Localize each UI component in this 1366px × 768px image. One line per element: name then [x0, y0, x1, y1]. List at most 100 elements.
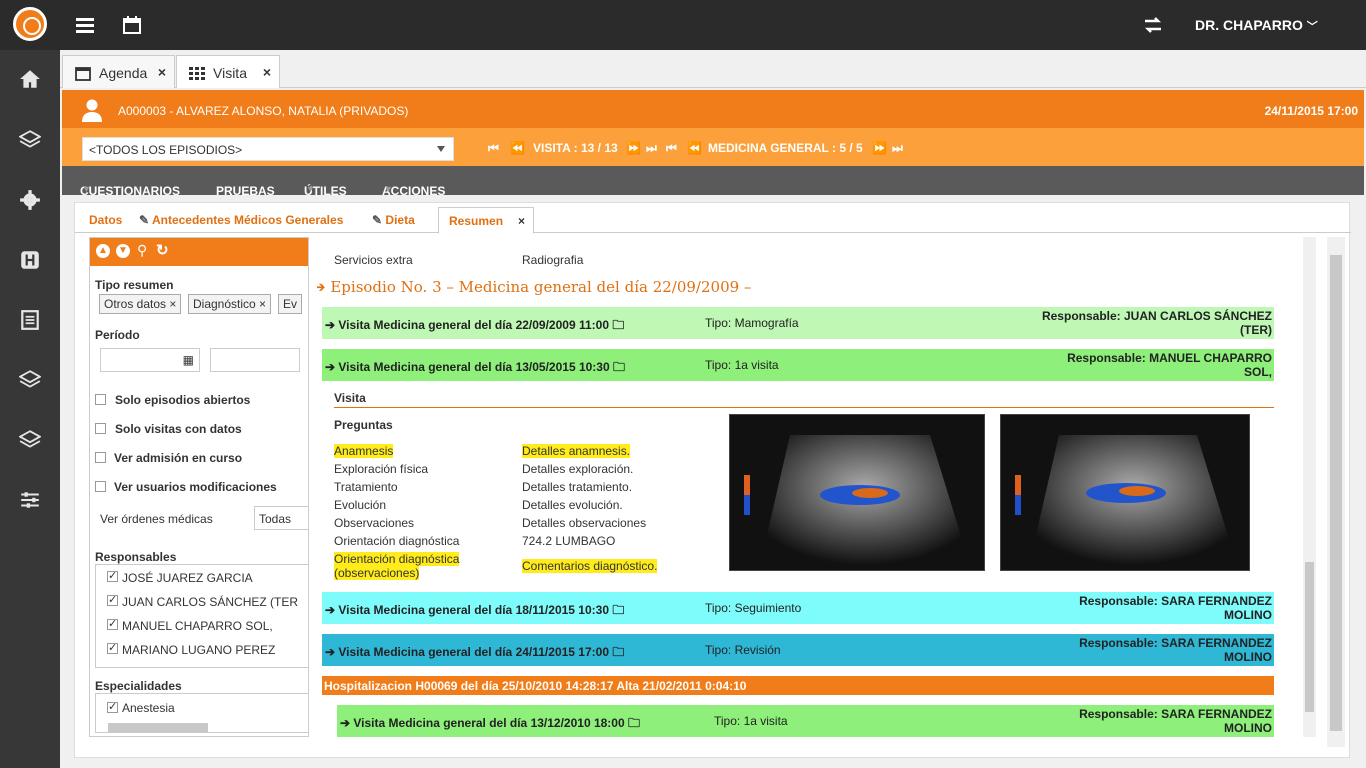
summary-panel: Servicios extra Radiografia ➔ Episodio N… [317, 237, 1317, 737]
visit-type: Tipo: 1a visita [714, 714, 788, 728]
date-from-input[interactable]: ▦ [100, 348, 200, 372]
resp-line: Responsable: SARA FERNANDEZ [1079, 707, 1272, 721]
caret-down-icon: ▼ [384, 184, 393, 194]
visit-row[interactable]: ➔ Visita Medicina general del día 18/11/… [322, 592, 1274, 624]
layers-icon-3[interactable] [19, 429, 41, 451]
question-label: Evolución [334, 498, 387, 512]
folder-icon[interactable]: 🗀 [613, 360, 625, 374]
visit-row[interactable]: ➔ Visita Medicina general del día 13/12/… [337, 705, 1274, 737]
page-scrollbar[interactable] [1327, 237, 1345, 747]
tab-bar: Agenda × Visita × [60, 50, 1366, 88]
hospitalization-row[interactable]: Hospitalizacion H00069 del día 25/10/201… [322, 676, 1274, 695]
folder-icon[interactable]: 🗀 [628, 716, 640, 730]
visit-responsible: Responsable: JUAN CARLOS SÁNCHEZ (TER) [1042, 309, 1272, 337]
refresh-icon[interactable]: ↻ [156, 241, 169, 259]
list-item: MANUEL CHAPARRO SOL, [122, 619, 273, 633]
close-icon[interactable]: × [518, 214, 525, 228]
close-icon[interactable]: × [263, 64, 271, 80]
folder-icon[interactable]: 🗀 [612, 318, 624, 332]
hospital-icon[interactable] [19, 249, 41, 271]
home-icon[interactable] [19, 68, 41, 90]
user-menu[interactable]: DR. CHAPARRO ﹀ [1195, 17, 1318, 34]
resp-line: MOLINO [1224, 650, 1272, 664]
visit-row[interactable]: ➔ Visita Medicina general del día 13/05/… [322, 349, 1274, 381]
prev-visit-icon[interactable]: ⏪ [510, 141, 525, 155]
episode-title: ➔ Episodio No. 3 – Medicina general del … [317, 278, 751, 296]
chevron-down-icon[interactable]: ▼ [116, 244, 130, 258]
calendar-icon [75, 67, 91, 81]
responsable-checkbox[interactable] [107, 593, 118, 606]
resp-line: (TER) [1240, 323, 1272, 337]
layers-icon[interactable] [19, 129, 41, 151]
subtab-datos[interactable]: Datos [89, 213, 122, 227]
subtab-resumen[interactable]: Resumen × [438, 207, 535, 234]
sidebar [0, 50, 60, 768]
layers-icon-2[interactable] [19, 369, 41, 391]
usuarios-checkbox[interactable] [95, 481, 106, 492]
tag-evolucion[interactable]: Ev [278, 294, 303, 314]
arrow-right-icon: ➔ [317, 278, 326, 296]
calendar-icon[interactable] [122, 15, 142, 35]
tab-label: Visita [213, 65, 247, 81]
hamburger-menu-icon[interactable] [75, 15, 95, 35]
list-item: Anestesia [122, 701, 175, 715]
switch-arrows-icon[interactable] [1143, 15, 1163, 35]
responsable-checkbox[interactable] [107, 569, 118, 582]
date-to-input[interactable] [210, 348, 300, 372]
answer-value: 724.2 LUMBAGO [522, 534, 616, 548]
sliders-icon[interactable] [19, 489, 41, 511]
subtab-dieta[interactable]: ✎ Dieta [372, 213, 415, 227]
admision-checkbox[interactable] [95, 452, 106, 463]
prev-specialty-icon[interactable]: ⏪ [687, 141, 702, 155]
close-icon[interactable]: × [158, 64, 166, 80]
document-list-icon[interactable] [19, 309, 41, 331]
tag-otros-datos[interactable]: Otros datos × [99, 294, 182, 314]
hospitalization-text: Hospitalizacion H00069 del día 25/10/201… [324, 679, 747, 693]
chevron-up-icon[interactable]: ▲ [96, 244, 110, 258]
ordenes-select[interactable]: Todas [254, 506, 308, 530]
ordenes-label: Ver órdenes médicas [100, 512, 213, 526]
ultrasound-image-2[interactable] [1000, 414, 1250, 571]
folder-icon[interactable]: 🗀 [612, 645, 624, 659]
responsable-checkbox[interactable] [107, 617, 118, 630]
filter-toolbar: ▲ ▼ ⚲ ↻ [90, 238, 308, 266]
tab-visita[interactable]: Visita × [176, 55, 280, 88]
horizontal-scrollbar[interactable] [108, 723, 208, 733]
caret-down-icon: ▼ [306, 184, 315, 194]
solo-episodios-checkbox[interactable] [95, 394, 106, 405]
pencil-icon: ✎ [372, 213, 383, 227]
first-specialty-icon[interactable]: ⏮ [666, 141, 677, 156]
visit-title: ➔ Visita Medicina general del día 13/12/… [340, 716, 641, 730]
tab-agenda[interactable]: Agenda × [62, 55, 175, 88]
question-label: Orientación diagnóstica [334, 552, 460, 566]
responsable-checkbox[interactable] [107, 641, 118, 654]
app-logo[interactable] [13, 7, 47, 41]
top-bar: DR. CHAPARRO ﹀ [0, 0, 1366, 50]
subtab-antecedentes[interactable]: ✎ Antecedentes Médicos Generales [139, 213, 343, 227]
episode-select[interactable]: <TODOS LOS EPISODIOS> [82, 137, 454, 161]
answer-value: Comentarios diagnóstico. [522, 559, 658, 573]
last-visit-icon[interactable]: ⏭ [646, 141, 657, 156]
section-divider [334, 407, 1274, 408]
caret-down-icon: ▼ [82, 184, 91, 194]
list-item: JUAN CARLOS SÁNCHEZ (TER [122, 595, 299, 609]
next-specialty-icon[interactable]: ⏩ [872, 141, 887, 155]
user-icon [82, 99, 102, 122]
preguntas-label: Preguntas [334, 418, 393, 432]
solo-visitas-checkbox[interactable] [95, 423, 106, 434]
search-icon[interactable]: ⚲ [137, 242, 147, 259]
first-visit-icon[interactable]: ⏮ [488, 141, 499, 156]
last-specialty-icon[interactable]: ⏭ [892, 141, 903, 156]
folder-icon[interactable]: 🗀 [612, 603, 624, 617]
visit-row[interactable]: ➔ Visita Medicina general del día 22/09/… [322, 307, 1274, 339]
list-item: MARIANO LUGANO PEREZ [122, 643, 276, 657]
gear-icon[interactable] [19, 189, 41, 211]
solo-episodios-label: Solo episodios abiertos [115, 393, 251, 407]
calendar-icon[interactable]: ▦ [183, 353, 194, 367]
visit-row[interactable]: ➔ Visita Medicina general del día 24/11/… [322, 634, 1274, 666]
next-visit-icon[interactable]: ⏩ [626, 141, 641, 155]
especialidad-checkbox[interactable] [107, 700, 118, 713]
summary-scrollbar[interactable] [1303, 237, 1316, 737]
tag-diagnostico[interactable]: Diagnóstico × [188, 294, 272, 314]
ultrasound-image-1[interactable] [729, 414, 985, 571]
